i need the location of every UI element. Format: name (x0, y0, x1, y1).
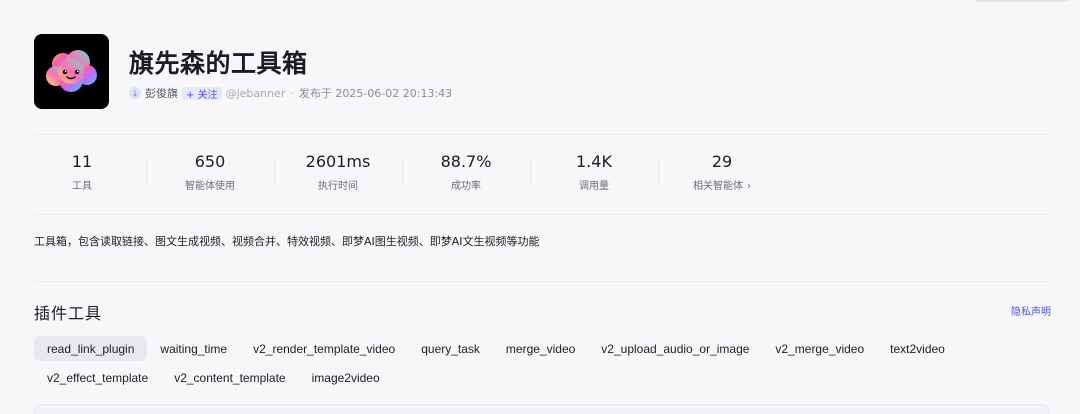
stat-tools: 11 工具 (18, 152, 146, 192)
tool-tab[interactable]: merge_video (493, 336, 588, 361)
privacy-link[interactable]: 隐私声明 (1011, 303, 1051, 318)
tool-tab[interactable]: text2video (877, 336, 958, 361)
stats-bar: 11 工具 650 智能体使用 2601ms 执行时间 88.7% 成功率 1.… (18, 152, 786, 192)
chevron-right-icon: › (747, 181, 751, 192)
top-tab-edge (976, 0, 1068, 2)
rainbow-cloud-icon (46, 50, 97, 92)
tool-detail-panel (34, 404, 1049, 414)
tool-tabs: read_link_plugin waiting_time v2_render_… (34, 336, 1049, 390)
tool-tab[interactable]: v2_merge_video (762, 336, 877, 361)
section-title: 插件工具 (34, 304, 103, 323)
meta-separator: · (290, 86, 294, 100)
plugin-avatar (34, 34, 109, 109)
stat-value: 11 (71, 152, 93, 171)
tool-tab[interactable]: v2_upload_audio_or_image (588, 336, 762, 361)
stat-value: 88.7% (440, 152, 492, 171)
tool-tab[interactable]: query_task (408, 336, 493, 361)
stat-label: 工具 (72, 181, 92, 192)
follow-button[interactable]: + 关注 (182, 86, 222, 101)
stat-label: 相关智能体 (693, 181, 743, 192)
plugin-description: 工具箱，包含读取链接、图文生成视频、视频合并、特效视频、即梦AI图生视频、即梦A… (34, 235, 540, 248)
stat-label: 调用量 (579, 181, 609, 192)
stat-label: 智能体使用 (185, 181, 235, 192)
author-avatar-icon[interactable]: ↓ (129, 87, 141, 99)
plugin-header: 旗先森的工具箱 ↓ 彭俊旗 + 关注 @jebanner · 发布于 2025-… (34, 34, 1049, 109)
stat-related-agents[interactable]: 29 相关智能体 › (658, 152, 786, 192)
stat-value: 1.4K (576, 152, 612, 171)
tool-tab[interactable]: image2video (299, 365, 393, 390)
stat-agent-usage: 650 智能体使用 (146, 152, 274, 192)
description-divider (34, 281, 1049, 282)
tool-tab[interactable]: waiting_time (147, 336, 240, 361)
stat-label: 成功率 (451, 181, 481, 192)
tool-tab[interactable]: v2_content_template (161, 365, 298, 390)
stat-value: 650 (194, 152, 226, 171)
publish-time: 发布于 2025-06-02 20:13:43 (298, 87, 453, 100)
header-divider (34, 134, 1049, 135)
stat-exec-time: 2601ms 执行时间 (274, 152, 402, 192)
related-agents-link[interactable]: 相关智能体 › (693, 177, 751, 192)
plugin-title: 旗先森的工具箱 (129, 49, 308, 78)
author-handle: @jebanner (225, 86, 286, 100)
stat-value: 2601ms (305, 152, 371, 171)
stat-value: 29 (711, 152, 733, 171)
stat-call-count: 1.4K 调用量 (530, 152, 658, 192)
stat-label: 执行时间 (318, 181, 358, 192)
author-name[interactable]: 彭俊旗 (145, 85, 178, 101)
stat-success-rate: 88.7% 成功率 (402, 152, 530, 192)
tool-tab[interactable]: v2_effect_template (34, 365, 161, 390)
tool-tab[interactable]: v2_render_template_video (240, 336, 408, 361)
tool-tab[interactable]: read_link_plugin (34, 336, 148, 361)
stats-divider (34, 214, 1049, 215)
plugin-meta: ↓ 彭俊旗 + 关注 @jebanner · 发布于 2025-06-02 20… (129, 85, 452, 101)
